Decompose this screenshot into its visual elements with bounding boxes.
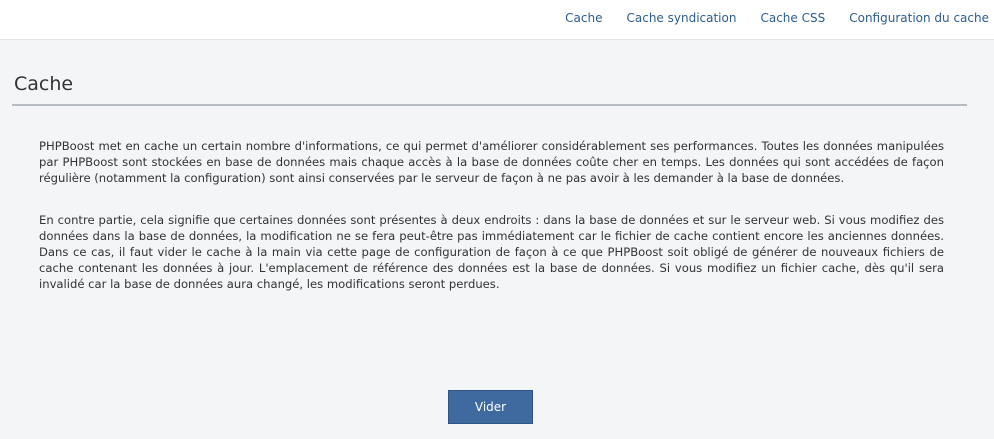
title-divider <box>12 104 967 106</box>
top-navigation-bar: Cache Cache syndication Cache CSS Config… <box>0 0 994 40</box>
nav-link-cache-syndication[interactable]: Cache syndication <box>626 11 736 25</box>
cache-menu-links: Cache Cache syndication Cache CSS Config… <box>565 11 989 25</box>
nav-link-cache[interactable]: Cache <box>565 11 602 25</box>
cache-description: PHPBoost met en cache un certain nombre … <box>39 138 944 292</box>
description-paragraph-2: En contre partie, cela signifie que cert… <box>39 213 944 291</box>
page-title: Cache <box>14 73 74 95</box>
nav-link-cache-css[interactable]: Cache CSS <box>760 11 825 25</box>
empty-cache-button[interactable]: Vider <box>448 390 533 424</box>
nav-link-cache-configuration[interactable]: Configuration du cache <box>849 11 989 25</box>
description-paragraph-1: PHPBoost met en cache un certain nombre … <box>39 139 944 185</box>
